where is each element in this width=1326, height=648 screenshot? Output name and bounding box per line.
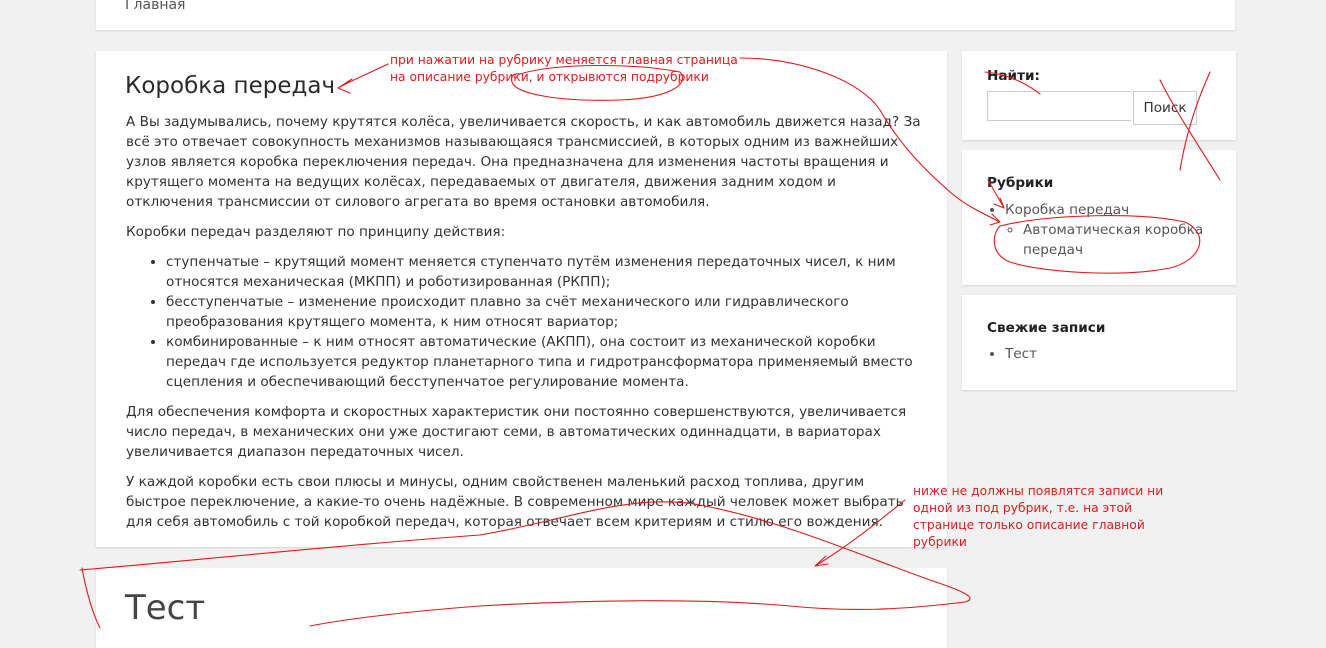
annotation-scribbles [79, 57, 1221, 628]
circle-subcategory [993, 215, 1201, 274]
arrow-to-title [337, 63, 389, 94]
left-bracket-curve [81, 567, 101, 628]
arrow-to-categories [739, 57, 1001, 226]
cross-search-button [1159, 71, 1221, 181]
circle-around-subcategory-note [510, 64, 683, 101]
arrow-to-categories-item [987, 179, 1005, 209]
underline-bottom-section [79, 501, 971, 627]
arrow-to-search-label [984, 71, 1041, 95]
arrow-from-bottom-note [814, 499, 906, 567]
